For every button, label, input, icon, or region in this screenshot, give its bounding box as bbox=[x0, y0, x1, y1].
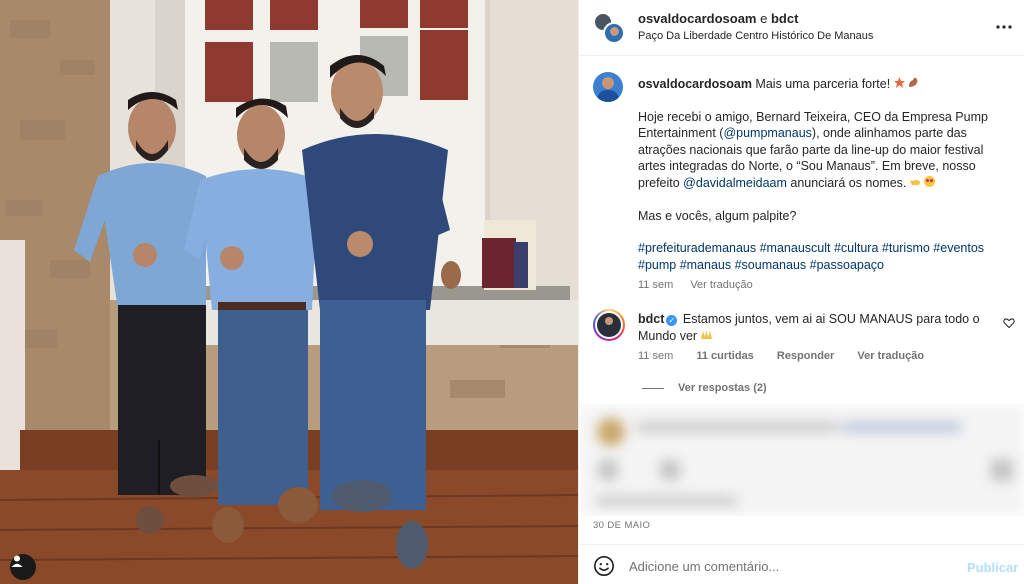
comment-content: Estamos juntos, vem ai ai SOU MANAUS par… bbox=[638, 312, 980, 343]
username-link[interactable]: osvaldocardosoam bbox=[638, 11, 757, 26]
post-photo-illustration bbox=[0, 0, 578, 584]
post-date[interactable]: 30 DE MAIO bbox=[593, 520, 650, 531]
blurred-region bbox=[579, 404, 1024, 516]
add-comment-bar: Publicar bbox=[579, 544, 1024, 584]
avatar bbox=[603, 22, 625, 44]
more-horizontal-icon bbox=[996, 25, 1012, 29]
heart-eyes-emoji-icon bbox=[924, 175, 936, 187]
comment-input[interactable] bbox=[629, 555, 949, 577]
username-link[interactable]: bdct bbox=[771, 11, 798, 26]
raising-hands-emoji-icon bbox=[700, 329, 712, 339]
post-side-panel: osvaldocardosoam e bdct Paço Da Liberdad… bbox=[578, 0, 1024, 584]
see-translation-link[interactable]: Ver tradução bbox=[857, 350, 924, 362]
reply-button[interactable]: Responder bbox=[777, 350, 834, 362]
flexed-biceps-emoji-icon bbox=[909, 77, 918, 87]
see-translation-link[interactable]: Ver tradução bbox=[690, 279, 752, 291]
comment-meta: 11 sem 11 curtidas Responder Ver traduçã… bbox=[638, 350, 944, 362]
avatar[interactable] bbox=[593, 72, 623, 102]
view-replies-button[interactable]: Ver respostas (2) bbox=[642, 382, 767, 394]
collision-emoji-icon bbox=[893, 77, 905, 88]
collab-avatars[interactable] bbox=[593, 12, 625, 44]
post-photo[interactable] bbox=[0, 0, 578, 584]
caption-first-line: Mais uma parceria forte! bbox=[755, 77, 891, 91]
mention-link[interactable]: @pumpmanaus bbox=[723, 126, 811, 140]
mention-link[interactable]: @davidalmeidaam bbox=[683, 176, 787, 190]
replies-divider bbox=[642, 387, 664, 389]
story-ring-avatar[interactable] bbox=[593, 309, 625, 341]
publish-button[interactable]: Publicar bbox=[967, 560, 1018, 575]
caption-meta: 11 sem Ver tradução bbox=[638, 277, 990, 294]
caption-paragraph: anunciará os nomes. bbox=[786, 175, 907, 190]
username-link[interactable]: osvaldocardosoam bbox=[638, 77, 752, 91]
location-link[interactable]: Paço Da Liberdade Centro Histórico De Ma… bbox=[638, 30, 873, 42]
caption-question: Mas e vocês, algum palpite? bbox=[638, 208, 797, 223]
caption-text: osvaldocardosoam Mais uma parceria forte… bbox=[638, 76, 990, 294]
user-tag-icon bbox=[11, 555, 23, 567]
verified-badge-icon: ✓ bbox=[666, 315, 678, 326]
comment-likes-link[interactable]: 11 curtidas bbox=[696, 350, 753, 362]
heart-outline-icon[interactable] bbox=[1003, 317, 1015, 329]
more-options-button[interactable] bbox=[995, 18, 1013, 36]
caption-time: 11 sem bbox=[638, 279, 674, 292]
joiner-text: e bbox=[760, 11, 768, 26]
smiley-face-icon[interactable] bbox=[593, 555, 615, 577]
post-header: osvaldocardosoam e bdct Paço Da Liberdad… bbox=[579, 0, 1024, 56]
pointing-hand-emoji-icon bbox=[909, 179, 920, 185]
view-replies-label: Ver respostas (2) bbox=[678, 382, 767, 394]
comment-text: bdct ✓ Estamos juntos, vem ai ai SOU MANA… bbox=[638, 311, 983, 344]
hashtags[interactable]: #prefeiturademanaus #manauscult #cultura… bbox=[638, 240, 990, 273]
avatar bbox=[597, 313, 621, 337]
tag-people-button[interactable] bbox=[10, 554, 36, 580]
comment-time: 11 sem bbox=[638, 350, 674, 362]
username-link[interactable]: bdct bbox=[638, 312, 664, 326]
collab-usernames: osvaldocardosoam e bdct bbox=[638, 11, 798, 26]
